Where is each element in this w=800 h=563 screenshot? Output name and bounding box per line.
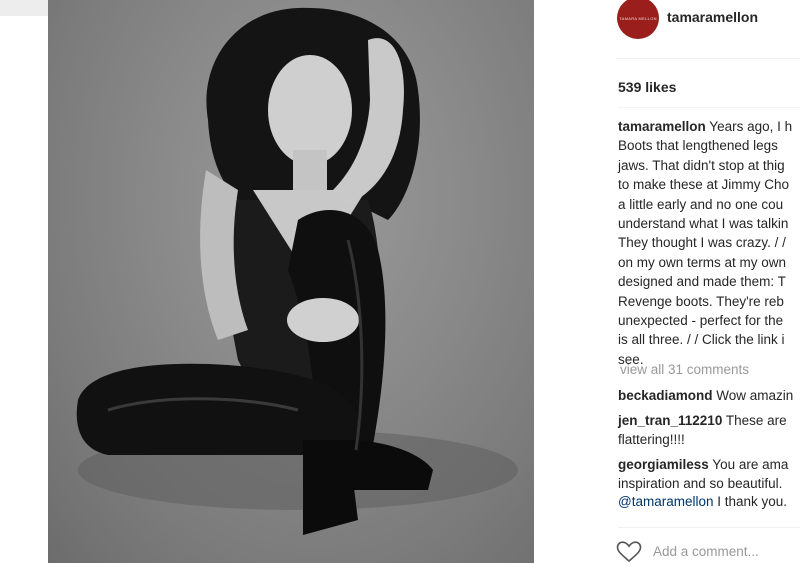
- caption-line: Boots that lengthened legs: [618, 138, 778, 154]
- caption-line: jaws. That didn't stop at thig: [618, 157, 785, 173]
- comment-text: Wow amazin: [712, 388, 794, 403]
- comment-text: These are: [722, 413, 787, 428]
- avatar-logo-text: TAMARA MELLON: [619, 15, 657, 21]
- comment-username[interactable]: georgiamiless: [618, 457, 709, 472]
- heart-icon[interactable]: [616, 541, 642, 563]
- comment-username[interactable]: beckadiamond: [618, 388, 713, 403]
- comment-bar: Add a comment...: [616, 538, 800, 563]
- caption-line: to make these at Jimmy Cho: [618, 177, 790, 193]
- add-comment-input[interactable]: Add a comment...: [653, 544, 759, 559]
- post-details-panel: TAMARA MELLON tamaramellon 539 likes tam…: [534, 0, 800, 563]
- post-photo[interactable]: [48, 0, 534, 563]
- caption-line: understand what I was talkin: [618, 216, 789, 232]
- comment-username[interactable]: jen_tran_112210: [618, 413, 722, 428]
- comment-text: inspiration and so beautiful.: [618, 475, 783, 491]
- likes-count[interactable]: 539 likes: [618, 79, 676, 95]
- comment-text: flattering!!!!: [618, 431, 685, 447]
- caption-line: is all three. / / Click the link i: [618, 332, 785, 348]
- header-divider: [617, 58, 800, 59]
- comment-mention-link[interactable]: @tamaramellon: [618, 494, 714, 509]
- caption-line: a little early and no one cou: [618, 196, 784, 212]
- caption-line: Revenge boots. They're reb: [618, 293, 784, 309]
- photo-illustration: [76, 7, 518, 535]
- post-caption: tamaramellon Years ago, I h Boots that l…: [618, 117, 800, 369]
- left-gutter: [0, 16, 48, 563]
- post-header: TAMARA MELLON tamaramellon: [534, 0, 800, 60]
- caption-line: designed and made them: T: [618, 274, 786, 290]
- caption-line: Years ago, I h: [705, 119, 793, 134]
- top-left-block: [0, 0, 48, 16]
- comments-divider: [618, 527, 800, 528]
- comment-text: I thank you.: [713, 494, 788, 509]
- caption-username[interactable]: tamaramellon: [618, 119, 706, 134]
- comment-text: You are ama: [708, 457, 789, 472]
- comment: beckadiamond Wow amazin: [618, 387, 800, 406]
- caption-line: They thought I was crazy. / /: [618, 235, 786, 251]
- caption-line: unexpected - perfect for the: [618, 313, 784, 329]
- comment: jen_tran_112210 These are flattering!!!!: [618, 412, 800, 449]
- view-all-comments-link[interactable]: view all 31 comments: [620, 362, 749, 377]
- caption-line: on my own terms at my own: [618, 254, 787, 270]
- comment: georgiamiless You are ama inspiration an…: [618, 456, 800, 512]
- likes-divider: [618, 107, 800, 108]
- username-link[interactable]: tamaramellon: [667, 9, 758, 25]
- avatar[interactable]: TAMARA MELLON: [617, 0, 659, 39]
